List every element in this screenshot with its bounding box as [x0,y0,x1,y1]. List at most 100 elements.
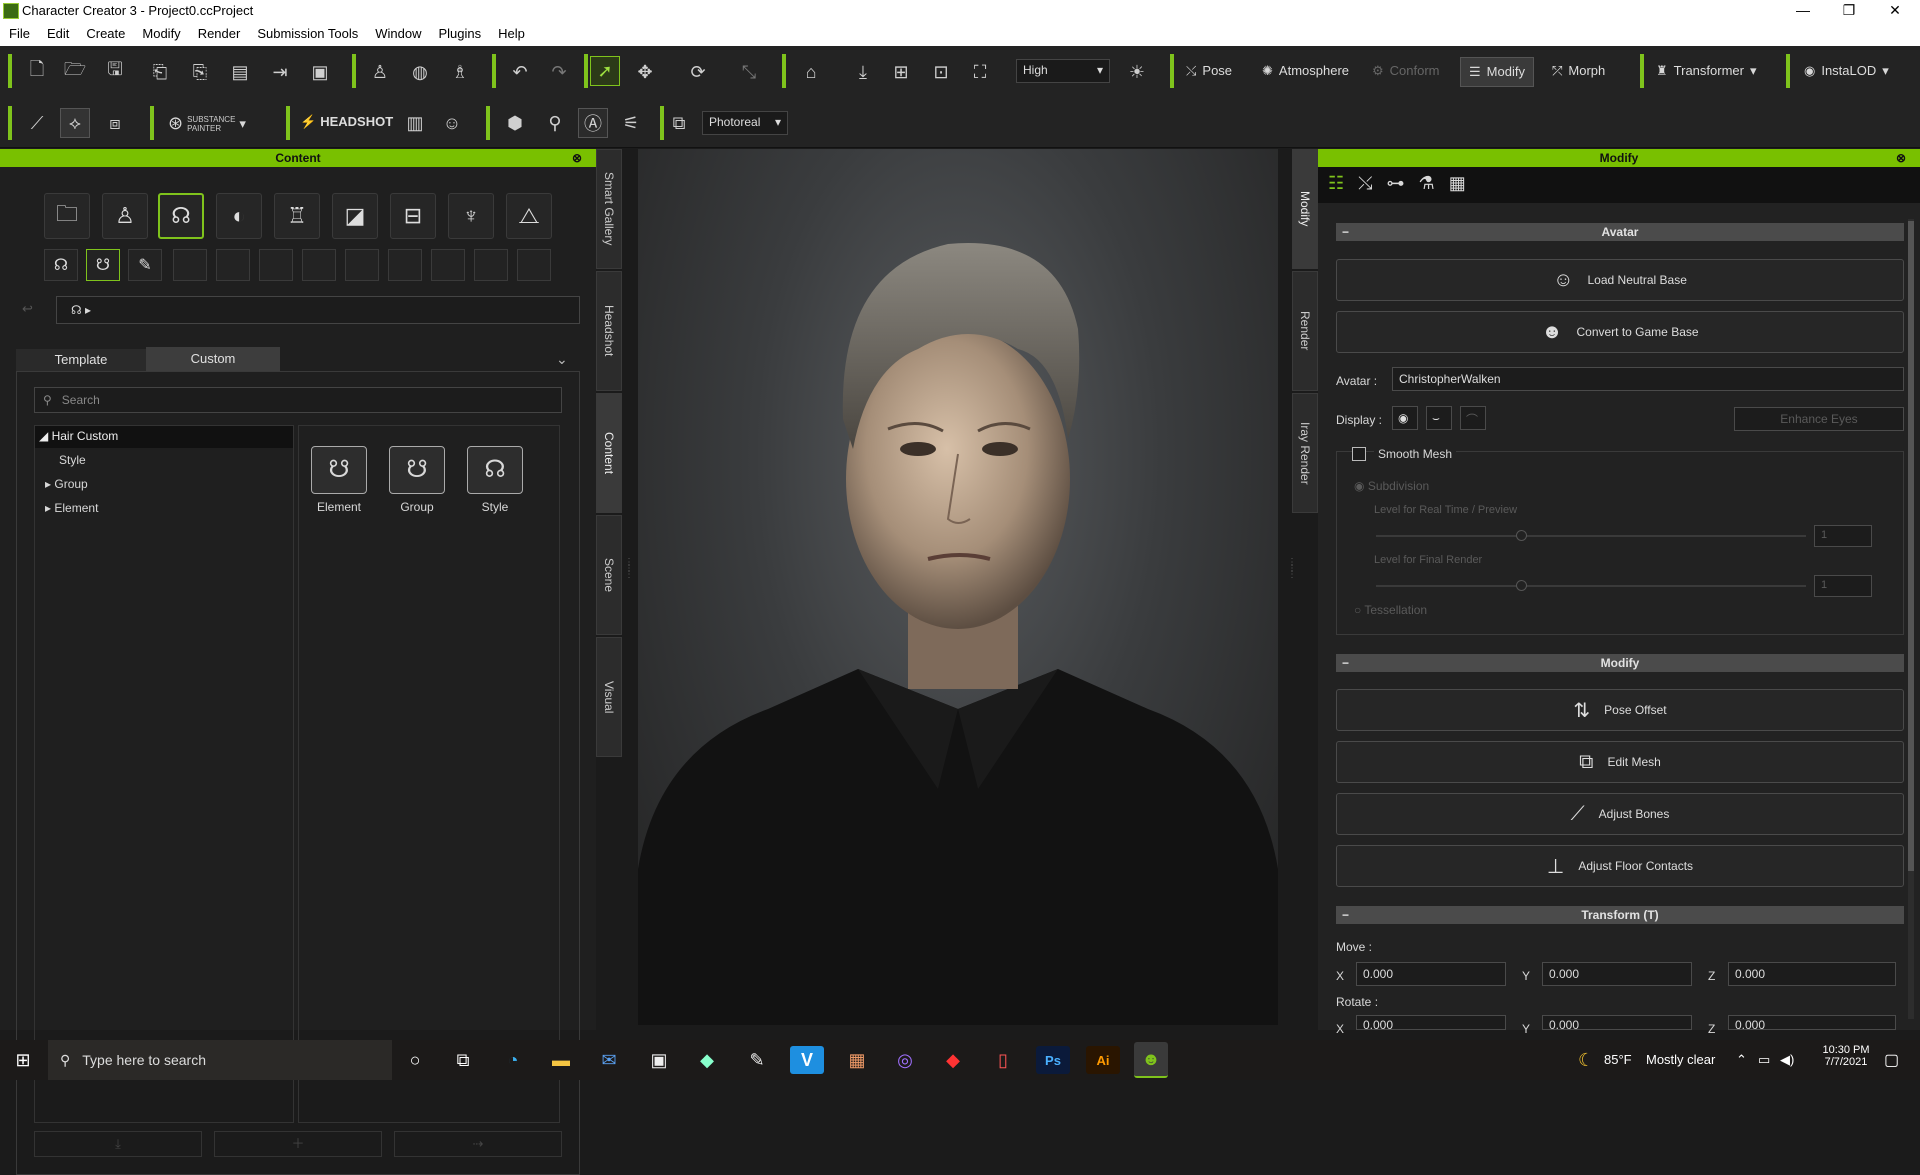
move-x-field[interactable]: 0.000 [1356,962,1506,986]
rotate-x-field[interactable]: 0.000 [1356,1015,1506,1030]
download-button[interactable]: ⤓ [34,1131,202,1157]
select-tool-icon[interactable]: ➚ [590,56,620,86]
tab-iray-render[interactable]: Iray Render [1292,393,1318,513]
menu-create[interactable]: Create [77,22,133,41]
export-icon[interactable]: ⎘ [185,57,215,87]
task-view-icon[interactable]: ⧉ [446,1046,480,1074]
settings-sliders-icon[interactable]: ⚟ [616,108,646,138]
menu-modify[interactable]: Modify [133,22,188,41]
app-icon[interactable]: ◎ [888,1046,922,1074]
tab-render[interactable]: Render [1292,271,1318,391]
transform-section-header[interactable]: − Transform (T) [1336,906,1904,924]
collapse-icon[interactable]: ⌄ [556,351,568,368]
scrollbar[interactable] [1908,219,1914,1019]
send-icon[interactable]: ⇥ [265,57,295,87]
tab-smart-gallery[interactable]: Smart Gallery [596,149,622,269]
adjust-bones-button[interactable]: ⟋ Adjust Bones [1336,793,1904,835]
category-actor-icon[interactable]: ♙ [102,193,148,239]
sub-hair-group-icon[interactable]: ☋ [86,249,120,281]
home-view-icon[interactable]: ⌂ [796,57,826,87]
tessellation-radio[interactable]: ○ Tessellation [1354,603,1427,617]
menu-render[interactable]: Render [189,22,249,41]
pose-offset-button[interactable]: ⇅ Pose Offset [1336,689,1904,731]
character-creator-taskbar-icon[interactable]: ☻ [1134,1042,1168,1078]
slider-handle[interactable] [1516,530,1527,541]
left-splitter-handle[interactable]: ⋮ ⋮ ⋮ [624,558,634,580]
menu-window[interactable]: Window [366,22,429,41]
close-button[interactable]: ✕ [1872,0,1918,22]
face-icon[interactable]: ☺ [437,108,467,138]
move-y-field[interactable]: 0.000 [1542,962,1692,986]
modify-section-header[interactable]: − Modify [1336,654,1904,672]
tree-item-element[interactable]: ▸ Element [35,496,293,520]
edit-mesh-button[interactable]: ⧉ Edit Mesh [1336,741,1904,783]
3d-viewport[interactable] [638,149,1278,1025]
avatar-section-header[interactable]: − Avatar [1336,223,1904,241]
windows-start-icon[interactable]: ⊞ [6,1046,40,1074]
checker-texture-icon[interactable]: ▦ [1449,173,1466,197]
inspect-icon[interactable]: ⚲ [540,108,570,138]
convert-to-game-base-button[interactable]: ☻ Convert to Game Base [1336,311,1904,353]
category-stage-icon[interactable]: ⧍ [506,193,552,239]
close-panel-icon[interactable]: ⊗ [1896,149,1906,167]
network-icon[interactable]: ▭ [1758,1052,1770,1068]
app-icon[interactable]: ◆ [936,1046,970,1074]
display-mesh-icon[interactable]: ⌣ [1426,406,1452,430]
tree-item-group[interactable]: ▸ Group [35,472,293,496]
app-icon[interactable]: ◆ [690,1046,724,1074]
photoshop-icon[interactable]: Ps [1036,1046,1070,1074]
folder-element[interactable]: ☋ Element [309,446,369,514]
category-materials-icon[interactable]: ◐ [216,193,262,239]
enhance-eyes-button[interactable]: Enhance Eyes [1734,407,1904,431]
camera-frame-icon[interactable]: ⛶ [965,57,995,87]
display-eye-icon[interactable]: ◉ [1392,406,1418,430]
move-tool-icon[interactable]: ✥ [630,57,660,87]
menu-help[interactable]: Help [489,22,533,41]
import-icon[interactable]: ⎗ [145,57,175,87]
display-lock-icon[interactable]: ⌒ [1460,406,1486,430]
bone-icon[interactable]: ⟋ [22,108,52,138]
hair-breadcrumb-icon[interactable]: ☊ [71,303,82,317]
substance-painter-button[interactable]: ⊛ SUBSTANCE PAINTER ▾ [168,113,246,134]
render-icon[interactable]: ⧉ [664,108,694,138]
folder-style[interactable]: ☊ Style [465,446,525,514]
rotate-y-field[interactable]: 0.000 [1542,1015,1692,1030]
undo-icon[interactable]: ↶ [505,57,535,87]
mesh-tool-icon[interactable]: ⧈ [100,108,130,138]
category-scene-icon[interactable]: ⊟ [390,193,436,239]
illustrator-icon[interactable]: Ai [1086,1046,1120,1074]
back-arrow-icon[interactable]: ↩ [22,301,33,317]
sphere-icon[interactable]: ◍ [405,57,435,87]
morph-button[interactable]: ⤱ Morph [1552,63,1605,79]
tab-template[interactable]: Template [16,349,146,371]
light-icon[interactable]: ☀ [1122,57,1152,87]
edge-icon[interactable]: ◔ [496,1046,530,1074]
file-explorer-icon[interactable]: ▬ [544,1046,578,1074]
tray-chevron-icon[interactable]: ⌃ [1736,1052,1747,1068]
final-slider[interactable] [1376,580,1806,591]
skin-tool-icon[interactable]: ⟡ [60,108,90,138]
instalod-button[interactable]: ◉ InstaLOD ▾ [1804,63,1889,79]
tree-item-hair-custom[interactable]: ◢ Hair Custom [35,426,293,448]
sub-hair-element-icon[interactable]: ✎ [128,249,162,281]
conform-button[interactable]: ⚙ Conform [1372,63,1440,79]
final-level-field[interactable]: 1 [1814,575,1872,597]
menu-edit[interactable]: Edit [38,22,77,41]
office-icon[interactable]: ▯ [986,1046,1020,1074]
avatar-name-field[interactable]: ChristopherWalken [1392,367,1904,391]
material-icon[interactable]: ⚗ [1419,173,1435,197]
drop-to-floor-icon[interactable]: ⤓ [848,57,878,87]
category-hair-icon[interactable]: ☊ [158,193,204,239]
cortana-icon[interactable]: ○ [398,1046,432,1074]
add-button[interactable]: ＋ [214,1131,382,1157]
menu-plugins[interactable]: Plugins [430,22,490,41]
rotate-tool-icon[interactable]: ⟳ [683,57,713,87]
pose-button[interactable]: ⤯ Pose [1186,63,1232,79]
motion-pose-icon[interactable]: ⤯ [1358,173,1372,197]
subdivision-radio[interactable]: ◉ Subdivision [1354,479,1429,493]
atmosphere-button[interactable]: ✺ Atmosphere [1262,63,1349,79]
tab-custom[interactable]: Custom [146,347,280,371]
fit-view-icon[interactable]: ⊞ [886,57,916,87]
sub-hair-style-icon[interactable]: ☊ [44,249,78,281]
volume-icon[interactable]: ◀) [1780,1052,1794,1068]
